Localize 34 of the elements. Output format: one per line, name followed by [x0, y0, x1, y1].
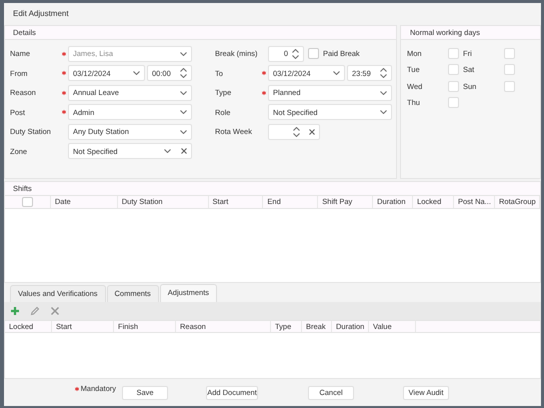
checkbox[interactable]	[504, 48, 515, 59]
chevron-down-icon	[380, 110, 387, 114]
checkbox[interactable]	[448, 64, 459, 76]
chevron-down-icon	[164, 149, 171, 154]
checkbox[interactable]	[448, 80, 459, 92]
required-icon	[62, 71, 66, 76]
clear-icon[interactable]	[181, 148, 187, 154]
chevron-down-icon	[180, 130, 187, 134]
spin-arrows-icon[interactable]	[380, 68, 387, 78]
chevron-down-icon	[180, 110, 187, 114]
chevron-down-icon	[133, 71, 140, 76]
required-icon	[62, 110, 66, 114]
spin-arrows-icon[interactable]	[180, 68, 187, 78]
plus-icon[interactable]	[10, 306, 20, 316]
checkbox[interactable]	[308, 48, 319, 60]
checkbox[interactable]	[504, 64, 515, 76]
required-icon	[74, 387, 79, 392]
chevron-down-icon	[180, 90, 187, 95]
window-title: Edit Adjustment	[13, 8, 69, 20]
chevron-down-icon	[180, 52, 187, 56]
spin-arrows-icon[interactable]	[293, 126, 300, 137]
number-field[interactable]	[268, 124, 320, 140]
checkbox[interactable]	[504, 80, 515, 92]
checkbox[interactable]	[448, 48, 459, 59]
required-icon	[62, 90, 66, 95]
required-icon	[262, 90, 266, 95]
clear-icon[interactable]	[309, 128, 315, 135]
chevron-down-icon	[333, 71, 340, 76]
checkbox[interactable]	[22, 197, 33, 208]
checkbox[interactable]	[448, 97, 459, 108]
chevron-down-icon	[380, 90, 387, 95]
required-icon	[262, 71, 266, 76]
spin-arrows-icon[interactable]	[292, 48, 299, 59]
required-icon	[62, 52, 66, 56]
